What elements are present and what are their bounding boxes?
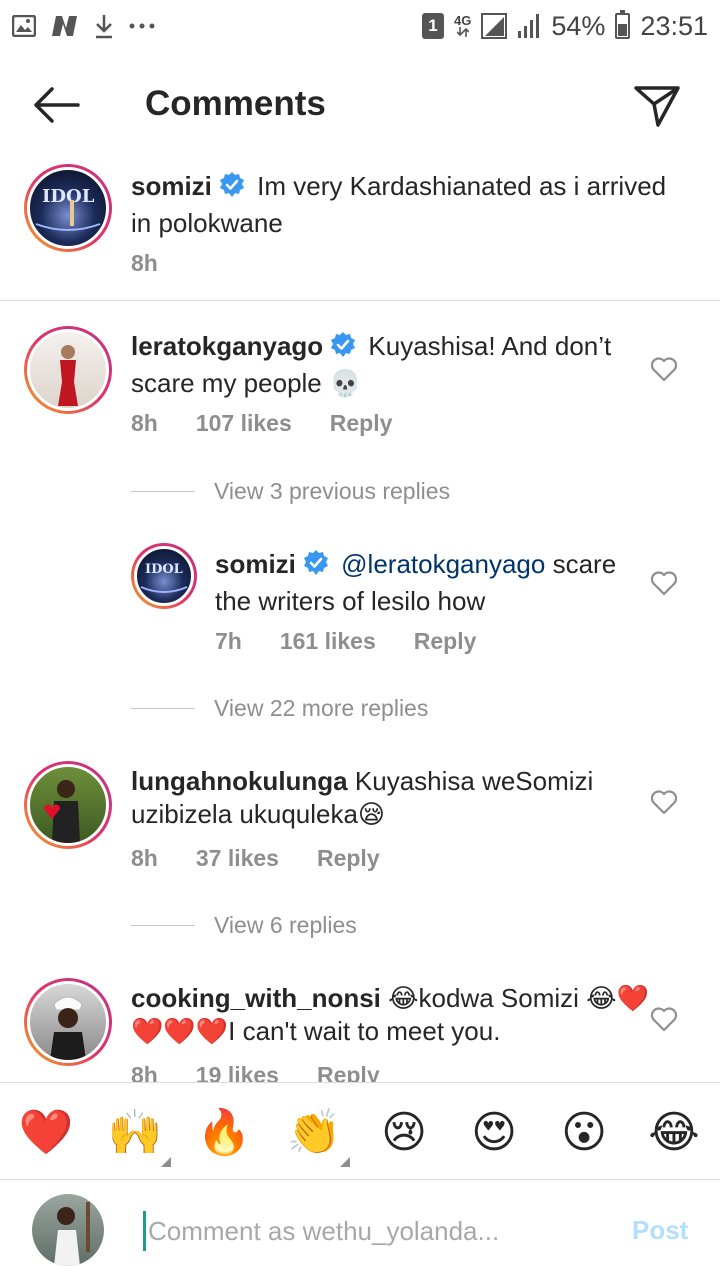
divider [131, 491, 195, 492]
verified-badge-icon [302, 549, 330, 585]
fire-emoji-button[interactable]: 🔥 [196, 1105, 252, 1161]
comment-time: 8h [131, 250, 158, 276]
heart-outline-icon [650, 790, 678, 815]
reply-button[interactable]: Reply [317, 845, 380, 872]
comment-item: cooking_with_nonsi 😂kodwa Somizi 😂❤️❤️❤️… [0, 972, 720, 1082]
view-replies-button[interactable]: View 6 replies [131, 912, 357, 939]
like-button[interactable] [650, 1006, 678, 1032]
emoji-variants-indicator [340, 1157, 350, 1167]
comment-time: 8h [131, 845, 158, 871]
heart-outline-icon [650, 571, 678, 596]
divider [0, 300, 720, 301]
view-replies-button[interactable]: View 22 more replies [131, 695, 428, 722]
comment-item: leratokganyago Kuyashisa! And don’t scar… [0, 320, 720, 450]
battery-percent: 54% [551, 10, 606, 41]
like-button[interactable] [650, 570, 678, 596]
emoji-variants-indicator [161, 1157, 171, 1167]
reply-button[interactable]: Reply [330, 410, 393, 437]
crying-face-emoji-button[interactable]: 😢 [376, 1105, 432, 1161]
verified-badge-icon [218, 171, 246, 207]
divider [131, 708, 195, 709]
comment-username[interactable]: somizi [215, 549, 296, 579]
signal-bars-icon [517, 13, 541, 39]
like-count[interactable]: 37 likes [196, 845, 279, 872]
gallery-notification-icon [12, 15, 36, 37]
sim-slot-badge: 1 [422, 13, 445, 39]
view-replies-label: View 22 more replies [214, 695, 429, 721]
comment-time: 8h [131, 410, 158, 436]
status-bar: 1 4G 54% 23:51 [0, 0, 720, 52]
avatar[interactable] [24, 978, 112, 1066]
comment-time: 7h [215, 628, 242, 654]
like-button[interactable] [650, 789, 678, 815]
battery-icon [615, 10, 631, 39]
like-count[interactable]: 161 likes [280, 628, 376, 655]
like-count[interactable]: 107 likes [196, 410, 292, 437]
heart-outline-icon [650, 1007, 678, 1032]
avatar[interactable] [24, 761, 112, 849]
heart-emoji-button[interactable]: ❤️ [18, 1105, 74, 1161]
avatar[interactable]: IDOL [24, 164, 112, 252]
comment-compose-bar: Post [0, 1181, 720, 1280]
emoji-reaction-bar: ❤️ 🙌 🔥 👏 😢 😍 😮 😂 [0, 1082, 720, 1180]
svg-text:IDOL: IDOL [145, 562, 183, 577]
header: Comments [0, 60, 720, 150]
network-type: 4G [454, 14, 471, 37]
paper-plane-icon [634, 86, 680, 127]
avatar[interactable]: IDOL [131, 543, 197, 609]
comment-time: 8h [131, 1062, 158, 1082]
like-button[interactable] [650, 356, 678, 382]
reply-button[interactable]: Reply [414, 628, 477, 655]
svg-text:IDOL: IDOL [42, 186, 95, 207]
clock: 23:51 [640, 10, 708, 41]
comment-item: lungahnokulunga Kuyashisa weSomizi uzibi… [0, 755, 720, 885]
comment-input[interactable] [143, 1211, 603, 1251]
tears-of-joy-emoji-button[interactable]: 😂 [646, 1105, 702, 1161]
post-button[interactable]: Post [632, 1215, 688, 1246]
view-replies-button[interactable]: View 3 previous replies [131, 478, 450, 505]
comment-username[interactable]: somizi [131, 171, 212, 201]
avatar[interactable] [24, 326, 112, 414]
reply-button[interactable]: Reply [317, 1062, 380, 1082]
surprised-face-emoji-button[interactable]: 😮 [556, 1105, 612, 1161]
news-app-icon [50, 14, 80, 38]
view-replies-label: View 3 previous replies [214, 478, 451, 504]
more-notifications-icon [128, 22, 156, 30]
page-title: Comments [145, 84, 326, 123]
comment-username[interactable]: lungahnokulunga [131, 766, 348, 796]
heart-outline-icon [650, 357, 678, 382]
reply-item: IDOL somizi @leratokganyago scare the wr… [0, 540, 720, 670]
back-button[interactable] [28, 82, 84, 128]
like-count[interactable]: 19 likes [196, 1062, 279, 1082]
current-user-avatar [32, 1194, 104, 1266]
comment-username[interactable]: leratokganyago [131, 331, 323, 361]
signal-sim1-icon [481, 13, 508, 39]
clapping-hands-emoji-button[interactable]: 👏 [286, 1105, 342, 1161]
view-replies-label: View 6 replies [214, 912, 357, 938]
raising-hands-emoji-button[interactable]: 🙌 [107, 1105, 163, 1161]
arrow-left-icon [34, 87, 80, 123]
verified-badge-icon [329, 331, 357, 367]
comment-username[interactable]: cooking_with_nonsi [131, 983, 381, 1013]
caption: IDOL somizi Im very Kardashianated as i … [0, 160, 720, 300]
direct-share-button[interactable] [632, 80, 682, 130]
divider [131, 925, 195, 926]
download-icon [94, 13, 114, 39]
mention-link[interactable]: @leratokganyago [341, 549, 545, 579]
heart-eyes-emoji-button[interactable]: 😍 [466, 1105, 522, 1161]
